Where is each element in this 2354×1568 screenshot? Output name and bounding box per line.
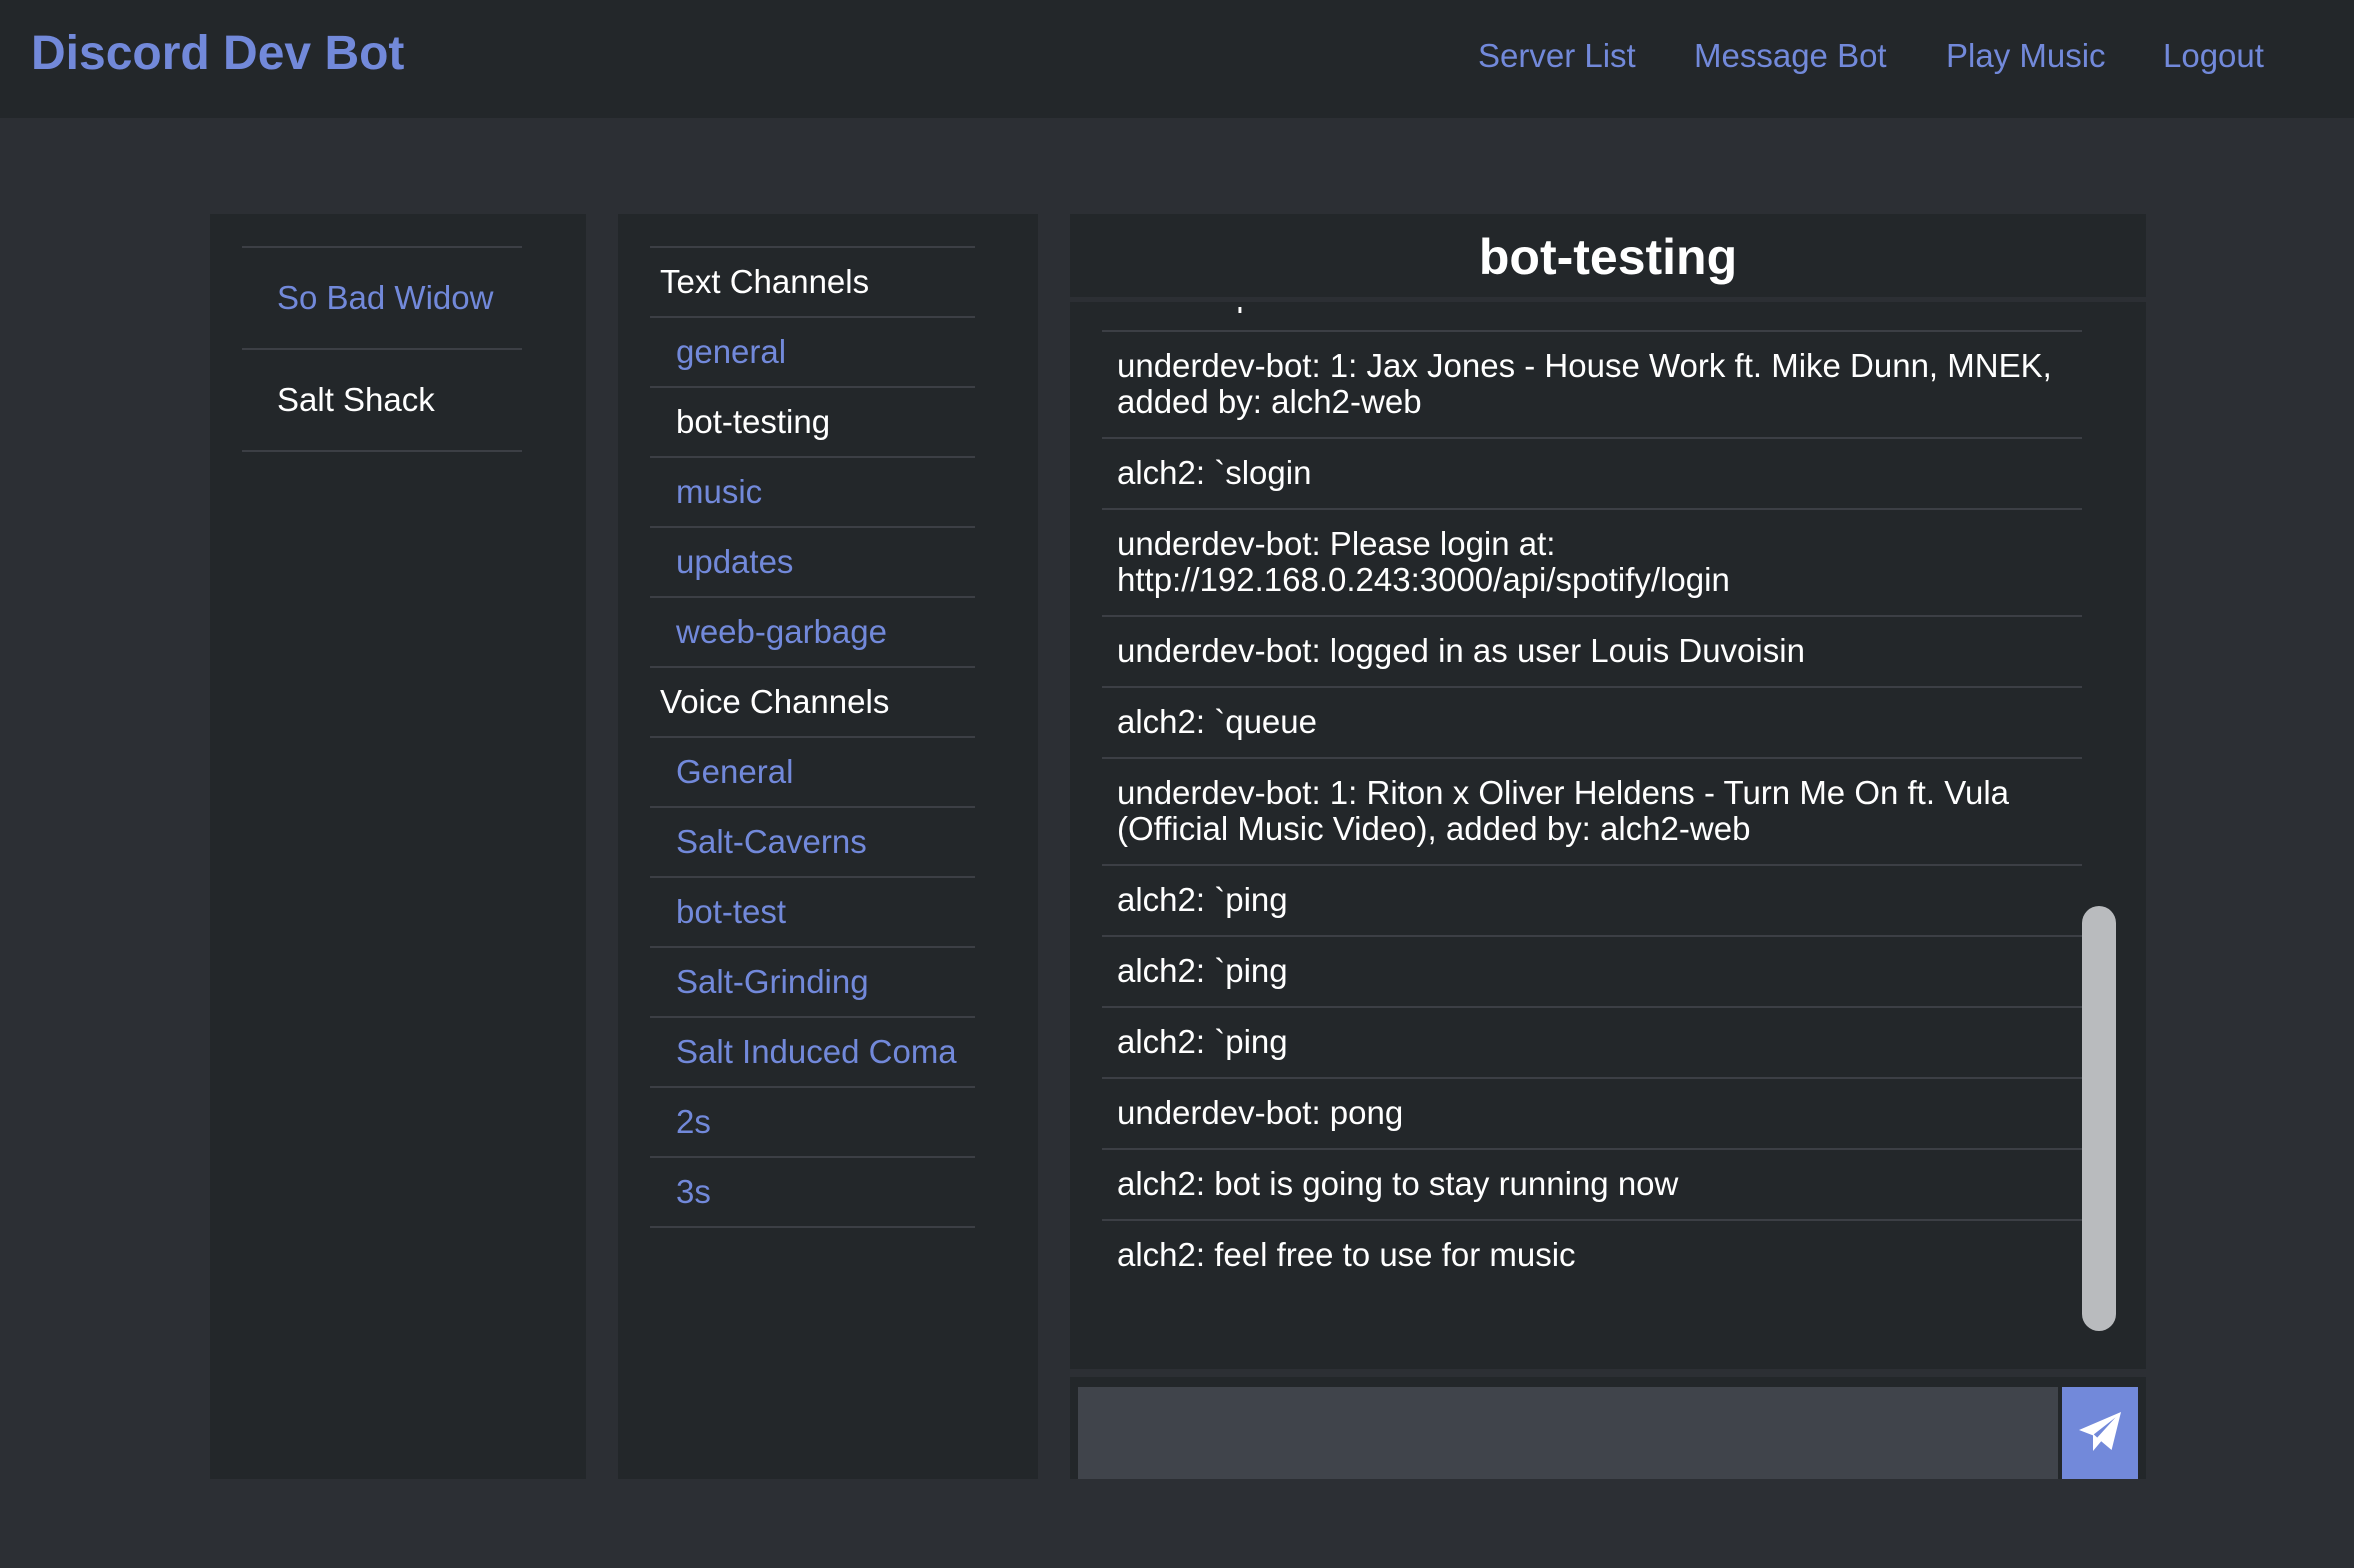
- message-input[interactable]: [1078, 1387, 2058, 1479]
- chat-channel-title: bot-testing: [1478, 229, 1738, 285]
- message-item: alch2: `slogin: [1102, 439, 2082, 510]
- channel-item-weeb-garbage[interactable]: weeb-garbage: [650, 598, 975, 668]
- voice-channel-salt-caverns[interactable]: Salt-Caverns: [650, 808, 975, 878]
- voice-channel-2s[interactable]: 2s: [650, 1088, 975, 1158]
- chat-header: bot-testing: [1070, 214, 2146, 302]
- message-item: alch2: `queue: [1102, 688, 2082, 759]
- send-button[interactable]: [2062, 1387, 2138, 1479]
- server-item-so-bad-widow[interactable]: So Bad Widow: [242, 248, 522, 350]
- nav-logout[interactable]: Logout: [2163, 37, 2264, 75]
- server-list: So Bad Widow Salt Shack: [242, 246, 522, 452]
- voice-channel-general[interactable]: General: [650, 738, 975, 808]
- chat-panel: bot-testing alch2: `queue underdev-bot: …: [1070, 214, 2146, 1479]
- channel-list-panel: Text Channels general bot-testing music …: [618, 214, 1038, 1479]
- text-channels-header: Text Channels: [650, 248, 975, 318]
- voice-channel-bot-test[interactable]: bot-test: [650, 878, 975, 948]
- message-item: underdev-bot: Please login at: http://19…: [1102, 510, 2082, 617]
- message-scrollbar-thumb[interactable]: [2082, 906, 2116, 1331]
- channel-item-general[interactable]: general: [650, 318, 975, 388]
- channel-item-updates[interactable]: updates: [650, 528, 975, 598]
- voice-channel-salt-grinding[interactable]: Salt-Grinding: [650, 948, 975, 1018]
- server-list-panel: So Bad Widow Salt Shack: [210, 214, 586, 1479]
- message-list-viewport[interactable]: alch2: `queue underdev-bot: 1: Jax Jones…: [1070, 307, 2146, 1369]
- brand-title[interactable]: Discord Dev Bot: [31, 26, 404, 81]
- voice-channel-3s[interactable]: 3s: [650, 1158, 975, 1228]
- nav-play-music[interactable]: Play Music: [1946, 37, 2106, 75]
- channel-item-bot-testing[interactable]: bot-testing: [650, 388, 975, 458]
- channel-list: Text Channels general bot-testing music …: [650, 246, 975, 1228]
- message-item: underdev-bot: 1: Riton x Oliver Heldens …: [1102, 759, 2082, 866]
- voice-channel-salt-induced-coma[interactable]: Salt Induced Coma: [650, 1018, 975, 1088]
- message-list: alch2: `queue underdev-bot: 1: Jax Jones…: [1102, 307, 2082, 1290]
- message-item: alch2: `queue: [1102, 307, 2082, 332]
- paper-plane-icon: [2079, 1412, 2121, 1451]
- message-composer: [1070, 1369, 2146, 1479]
- top-navbar: Discord Dev Bot Server List Message Bot …: [0, 0, 2354, 118]
- message-item: alch2: bot is going to stay running now: [1102, 1150, 2082, 1221]
- nav-message-bot[interactable]: Message Bot: [1694, 37, 1887, 75]
- message-item: alch2: `ping: [1102, 937, 2082, 1008]
- message-item: alch2: feel free to use for music: [1117, 1236, 1576, 1273]
- voice-channels-header: Voice Channels: [650, 668, 975, 738]
- message-item: alch2: `ping: [1102, 866, 2082, 937]
- channel-item-music[interactable]: music: [650, 458, 975, 528]
- nav-server-list[interactable]: Server List: [1478, 37, 1636, 75]
- message-item: underdev-bot: logged in as user Louis Du…: [1102, 617, 2082, 688]
- message-item: underdev-bot: 1: Jax Jones - House Work …: [1102, 332, 2082, 439]
- message-item: alch2: `ping: [1102, 1008, 2082, 1079]
- server-item-salt-shack[interactable]: Salt Shack: [242, 350, 522, 452]
- message-item: underdev-bot: pong: [1102, 1079, 2082, 1150]
